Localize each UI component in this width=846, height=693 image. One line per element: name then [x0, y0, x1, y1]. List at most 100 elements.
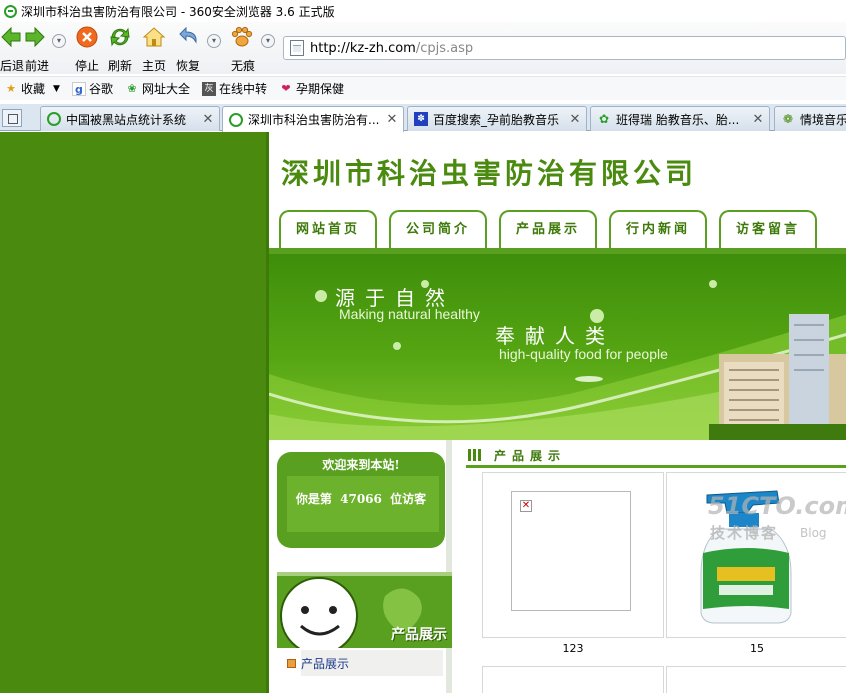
visitor-count: 47066	[340, 492, 382, 506]
fav-label: 在线中转	[218, 82, 267, 96]
product-caption[interactable]: 15	[666, 642, 846, 655]
fav-label: 孕期保健	[295, 82, 344, 96]
refresh-icon	[110, 27, 130, 47]
tab-current-site[interactable]: 深圳市科治虫害防治有... ✕	[222, 106, 404, 132]
tab-ambient-music[interactable]: ❁ 情境音乐	[774, 106, 846, 131]
fav-label: 网址大全	[141, 82, 190, 96]
traceless-dropdown-button[interactable]: ▾	[261, 34, 275, 48]
nav-news[interactable]: 行内新闻	[609, 210, 707, 248]
forward-arrow-icon	[25, 26, 45, 48]
back-label: 后退	[0, 59, 25, 73]
tab-label: 深圳市科治虫害防治有...	[248, 113, 380, 127]
site-sidebar: 欢迎来到本站! 你是第 47066 位访客 产品展示 产品展示	[267, 440, 453, 693]
product-image-broken[interactable]: ✕	[511, 491, 631, 611]
product-card[interactable]	[666, 666, 846, 693]
visitor-prefix: 你是第	[295, 492, 332, 506]
back-arrow-icon	[1, 26, 21, 48]
globe-icon: ❀	[127, 81, 137, 95]
side-link-label: 产品展示	[301, 656, 350, 671]
visitor-counter: 你是第 47066 位访客	[277, 490, 445, 507]
refresh-label: 刷新	[108, 59, 133, 73]
fav-label: 谷歌	[88, 82, 113, 96]
window-titlebar: 深圳市科治虫害防治有限公司 - 360安全浏览器 3.6 正式版	[0, 0, 846, 22]
fav-item-google[interactable]: g 谷歌	[71, 80, 113, 97]
tab-label: 班得瑞 胎教音乐、胎...	[616, 112, 740, 127]
stop-icon	[76, 26, 98, 48]
product-card[interactable]	[482, 666, 664, 693]
transfer-icon: 灰	[201, 81, 216, 96]
product-card[interactable]: ✕	[482, 472, 664, 638]
site-nav: 网站首页 公司简介 产品展示 行内新闻 访客留言	[279, 210, 829, 248]
back-button[interactable]	[0, 24, 22, 50]
welcome-box: 欢迎来到本站! 你是第 47066 位访客	[277, 452, 445, 548]
favorites-bar: ★ 收藏 ▼ g 谷歌 ❀ 网址大全 灰 在线中转 ❤ 孕期保健	[0, 76, 846, 100]
restore-dropdown-button[interactable]: ▾	[207, 34, 221, 48]
banner-slogan-en-2: high-quality food for people	[499, 346, 668, 362]
traceless-button[interactable]	[229, 24, 255, 50]
forward-label: 前进	[25, 59, 50, 73]
favorites-menu[interactable]: ★ 收藏 ▼	[4, 80, 60, 97]
browser-logo-icon	[4, 4, 17, 18]
star-icon: ★	[6, 81, 16, 95]
home-button[interactable]	[141, 24, 167, 50]
close-icon[interactable]: ✕	[568, 112, 582, 127]
nav-about[interactable]: 公司简介	[389, 210, 487, 248]
product-caption[interactable]: 123	[482, 642, 664, 655]
home-label: 主页	[142, 59, 167, 73]
google-icon: g	[71, 81, 86, 96]
hero-banner: 源于自然 Making natural healthy 奉献人类 high-qu…	[267, 254, 846, 440]
page-background	[0, 132, 267, 693]
section-header: 产品展示	[466, 444, 846, 468]
tab-label: 情境音乐	[800, 112, 846, 127]
visitor-suffix: 位访客	[390, 492, 427, 506]
nav-products[interactable]: 产品展示	[499, 210, 597, 248]
flower-icon: ❁	[782, 112, 794, 126]
nav-guestbook[interactable]: 访客留言	[719, 210, 817, 248]
side-banner-title: 产品展示	[391, 627, 447, 643]
forward-button[interactable]	[24, 24, 46, 50]
plant-icon: ✿	[598, 112, 610, 126]
close-icon[interactable]: ✕	[385, 112, 399, 127]
section-title: 产品展示	[494, 449, 567, 463]
stop-button[interactable]	[75, 24, 99, 50]
site-title: 深圳市科治虫害防治有限公司	[281, 157, 698, 190]
refresh-button[interactable]	[108, 24, 132, 50]
products-content: 产品展示 ✕ 123 15	[452, 440, 846, 693]
welcome-title: 欢迎来到本站!	[322, 458, 400, 472]
restore-label: 恢复	[176, 59, 201, 73]
side-link-products[interactable]: 产品展示	[287, 650, 443, 676]
chevron-down-icon: ▼	[53, 83, 60, 94]
site-header: 深圳市科治虫害防治有限公司 网站首页 公司简介 产品展示 行内新闻 访客留言	[267, 132, 846, 254]
restore-button[interactable]	[175, 24, 201, 50]
page-icon	[290, 40, 304, 56]
fav-item-transfer[interactable]: 灰 在线中转	[201, 80, 267, 97]
traceless-label: 无痕	[231, 59, 256, 73]
page-viewport[interactable]: 深圳市科治虫害防治有限公司 网站首页 公司简介 产品展示 行内新闻 访客留言 源…	[0, 132, 846, 693]
address-path: /cpjs.asp	[415, 40, 474, 56]
close-icon[interactable]: ✕	[201, 112, 215, 127]
home-icon	[142, 27, 166, 47]
product-card[interactable]	[666, 472, 846, 638]
spray-bottle-image[interactable]	[667, 473, 846, 633]
tab-baidu-search[interactable]: ✽ 百度搜索_孕前胎教音乐 ✕	[407, 106, 587, 131]
products-side-banner: 产品展示	[277, 572, 453, 648]
history-dropdown-button[interactable]: ▾	[52, 34, 66, 48]
heart-icon: ❤	[281, 81, 291, 95]
window-title: 深圳市科治虫害防治有限公司 - 360安全浏览器 3.6 正式版	[21, 4, 335, 19]
broken-image-icon: ✕	[520, 500, 532, 512]
section-bars-icon	[468, 449, 482, 461]
tab-label: 中国被黑站点统计系统	[66, 112, 187, 127]
tab-bandari-music[interactable]: ✿ 班得瑞 胎教音乐、胎... ✕	[590, 106, 770, 131]
address-bar[interactable]: http://kz-zh.com/cpjs.asp	[283, 36, 846, 60]
fav-item-directory[interactable]: ❀ 网址大全	[125, 80, 190, 97]
paw-icon	[231, 26, 253, 47]
nav-home[interactable]: 网站首页	[279, 210, 377, 248]
tab-hacked-sites[interactable]: 中国被黑站点统计系统 ✕	[40, 106, 220, 131]
fav-item-pregnancy[interactable]: ❤ 孕期保健	[279, 80, 344, 97]
tab-list-button[interactable]	[2, 109, 22, 127]
banner-slogan-cn-2: 奉献人类	[495, 324, 615, 348]
baidu-paw-icon: ✽	[414, 112, 428, 126]
favorites-label: 收藏	[21, 82, 46, 96]
banner-slogan-en-1: Making natural healthy	[339, 306, 480, 322]
close-icon[interactable]: ✕	[751, 112, 765, 127]
